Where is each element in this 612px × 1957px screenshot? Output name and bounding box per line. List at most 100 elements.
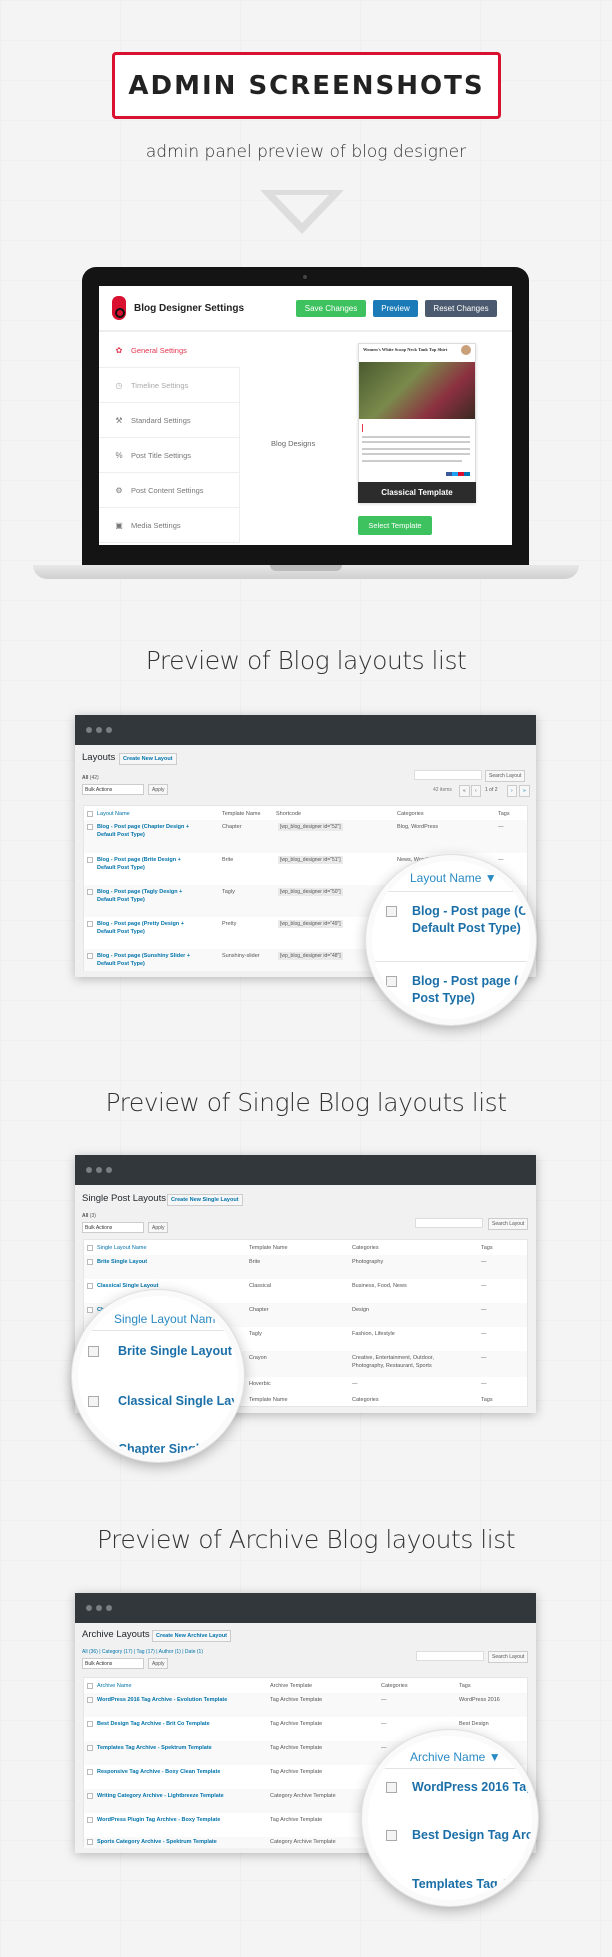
first-page-button[interactable]: « bbox=[459, 785, 470, 797]
save-changes-button[interactable]: Save Changes bbox=[296, 300, 366, 317]
row-checkbox[interactable] bbox=[87, 1721, 93, 1727]
prev-page-button[interactable]: ‹ bbox=[471, 785, 481, 797]
magnified-checkbox bbox=[386, 1830, 397, 1841]
layout-name-link[interactable]: Blog - Post page (Chapter Design + Defau… bbox=[97, 823, 197, 839]
search-input[interactable] bbox=[416, 1651, 484, 1661]
apply-button[interactable]: Apply bbox=[148, 1222, 168, 1233]
layout-name-link[interactable]: Blog - Post page (Pretty Design + Defaul… bbox=[97, 920, 197, 936]
link-icon: % bbox=[115, 450, 123, 460]
filter-all[interactable]: All bbox=[82, 775, 88, 781]
create-new-archive-layout-button[interactable]: Create New Archive Layout bbox=[152, 1630, 232, 1642]
row-checkbox[interactable] bbox=[87, 1259, 93, 1265]
nav-timeline-settings[interactable]: ◷ Timeline Settings bbox=[99, 368, 240, 403]
search-input[interactable] bbox=[415, 1218, 483, 1228]
archive-name-link[interactable]: Best Design Tag Archive - Brit Co Templa… bbox=[97, 1720, 210, 1728]
window-dot-icon bbox=[106, 1605, 112, 1611]
search-layout-button[interactable]: Search Layout bbox=[488, 1651, 529, 1663]
categories: — bbox=[381, 1697, 387, 1703]
bulk-actions-select[interactable]: Bulk Actions bbox=[82, 1658, 144, 1669]
archive-name-link[interactable]: WordPress 2016 Tag Archive - Evolution T… bbox=[97, 1696, 227, 1704]
nav-post-title-settings[interactable]: % Post Title Settings bbox=[99, 438, 240, 473]
col-single-layout-name[interactable]: Single Layout Name bbox=[97, 1245, 147, 1251]
image-icon: ▣ bbox=[115, 520, 123, 530]
row-checkbox[interactable] bbox=[87, 824, 93, 830]
layout-name-link[interactable]: Blog - Post page (Brite Design + Default… bbox=[97, 856, 197, 872]
status-filters[interactable]: All (36) | Category (17) | Tag (17) | Au… bbox=[82, 1649, 203, 1655]
row-checkbox[interactable] bbox=[87, 857, 93, 863]
select-all-checkbox[interactable] bbox=[87, 811, 93, 817]
items-count: 42 items bbox=[433, 787, 452, 793]
template-name: Tagly bbox=[249, 1331, 262, 1337]
last-page-button[interactable]: » bbox=[519, 785, 530, 797]
page-title: ADMIN SCREENSHOTS bbox=[128, 70, 485, 101]
archive-name-link[interactable]: Writing Category Archive - Lightbreeze T… bbox=[97, 1792, 224, 1800]
layout-name-link[interactable]: Brite Single Layout bbox=[97, 1258, 147, 1266]
row-checkbox[interactable] bbox=[87, 1817, 93, 1823]
magnified-header: Single Layout Nam bbox=[114, 1312, 216, 1326]
apply-button[interactable]: Apply bbox=[148, 1658, 168, 1669]
reset-changes-button[interactable]: Reset Changes bbox=[425, 300, 497, 317]
row-checkbox[interactable] bbox=[87, 1697, 93, 1703]
nav-label: Post Title Settings bbox=[131, 450, 192, 460]
row-checkbox[interactable] bbox=[87, 953, 93, 959]
apply-button[interactable]: Apply bbox=[148, 784, 168, 795]
divider bbox=[372, 961, 530, 962]
footer-col-template-name: Template Name bbox=[249, 1397, 288, 1403]
layout-name-link[interactable]: Blog - Post page (Tagly Design + Default… bbox=[97, 888, 197, 904]
nav-standard-settings[interactable]: ⚒ Standard Settings bbox=[99, 403, 240, 438]
preview-button[interactable]: Preview bbox=[373, 300, 418, 317]
row-checkbox[interactable] bbox=[87, 1793, 93, 1799]
layout-name-link[interactable]: Blog - Post page (Sunshiny Slider + Defa… bbox=[97, 952, 197, 968]
nav-general-settings[interactable]: ✿ General Settings bbox=[99, 333, 240, 368]
template-name: Crayon bbox=[249, 1355, 267, 1361]
row-checkbox[interactable] bbox=[87, 889, 93, 895]
select-all-checkbox[interactable] bbox=[87, 1245, 93, 1251]
magnified-row-text: Best Design Tag Archi bbox=[412, 1828, 538, 1842]
archive-name-link[interactable]: Templates Tag Archive - Spektrum Templat… bbox=[97, 1744, 212, 1752]
magnified-row-text: Blog - Post page ( bbox=[412, 974, 519, 988]
create-new-layout-button[interactable]: Create New Layout bbox=[119, 753, 177, 765]
next-page-button[interactable]: › bbox=[507, 785, 517, 797]
template-name-bar: Classical Template bbox=[358, 482, 476, 503]
col-layout-name[interactable]: Layout Name bbox=[97, 811, 130, 817]
create-new-single-layout-button[interactable]: Create New Single Layout bbox=[167, 1194, 243, 1206]
template-name: Tagly bbox=[222, 889, 235, 895]
bulk-actions-select[interactable]: Bulk Actions bbox=[82, 1222, 144, 1233]
archive-template: Category Archive Template bbox=[270, 1839, 336, 1845]
search-input[interactable] bbox=[414, 770, 482, 780]
archive-template: Tag Archive Template bbox=[270, 1745, 323, 1751]
row-checkbox[interactable] bbox=[87, 1745, 93, 1751]
settings-title: Blog Designer Settings bbox=[134, 302, 245, 314]
magnified-row-text: Default Post Type) bbox=[412, 921, 521, 935]
search-layout-button[interactable]: Search Layout bbox=[488, 1218, 529, 1230]
archive-name-link[interactable]: Sports Category Archive - Spektrum Templ… bbox=[97, 1838, 217, 1846]
categories: — bbox=[352, 1381, 358, 1387]
col-template-name: Template Name bbox=[249, 1245, 288, 1251]
row-checkbox[interactable] bbox=[87, 1283, 93, 1289]
window-dot-icon bbox=[86, 1605, 92, 1611]
layout-name-link[interactable]: Classical Single Layout bbox=[97, 1282, 158, 1290]
categories: Fashion, Lifestyle bbox=[352, 1331, 395, 1337]
row-checkbox[interactable] bbox=[87, 1307, 93, 1313]
nav-post-content-settings[interactable]: ⚙ Post Content Settings bbox=[99, 473, 240, 508]
archive-template: Tag Archive Template bbox=[270, 1697, 323, 1703]
magnified-checkbox bbox=[386, 976, 397, 987]
select-all-checkbox[interactable] bbox=[87, 1683, 93, 1689]
magnified-row-text: WordPress 2016 Tag bbox=[412, 1780, 534, 1794]
select-template-button[interactable]: Select Template bbox=[358, 516, 432, 535]
share-icons[interactable] bbox=[446, 472, 470, 476]
row-checkbox[interactable] bbox=[87, 921, 93, 927]
nav-label: Media Settings bbox=[131, 520, 181, 530]
col-archive-name[interactable]: Archive Name bbox=[97, 1683, 132, 1689]
row-checkbox[interactable] bbox=[87, 1839, 93, 1845]
categories: Business, Food, News bbox=[352, 1283, 407, 1289]
magnified-checkbox bbox=[88, 1346, 99, 1357]
filter-all[interactable]: All bbox=[82, 1213, 88, 1219]
clock-icon: ◷ bbox=[115, 380, 123, 390]
row-checkbox[interactable] bbox=[87, 1769, 93, 1775]
archive-name-link[interactable]: Responsive Tag Archive - Boxy Clean Temp… bbox=[97, 1768, 220, 1776]
archive-name-link[interactable]: WordPress Plugin Tag Archive - Boxy Temp… bbox=[97, 1816, 220, 1824]
nav-media-settings[interactable]: ▣ Media Settings bbox=[99, 508, 240, 543]
search-layout-button[interactable]: Search Layout bbox=[485, 770, 526, 782]
bulk-actions-select[interactable]: Bulk Actions bbox=[82, 784, 144, 795]
